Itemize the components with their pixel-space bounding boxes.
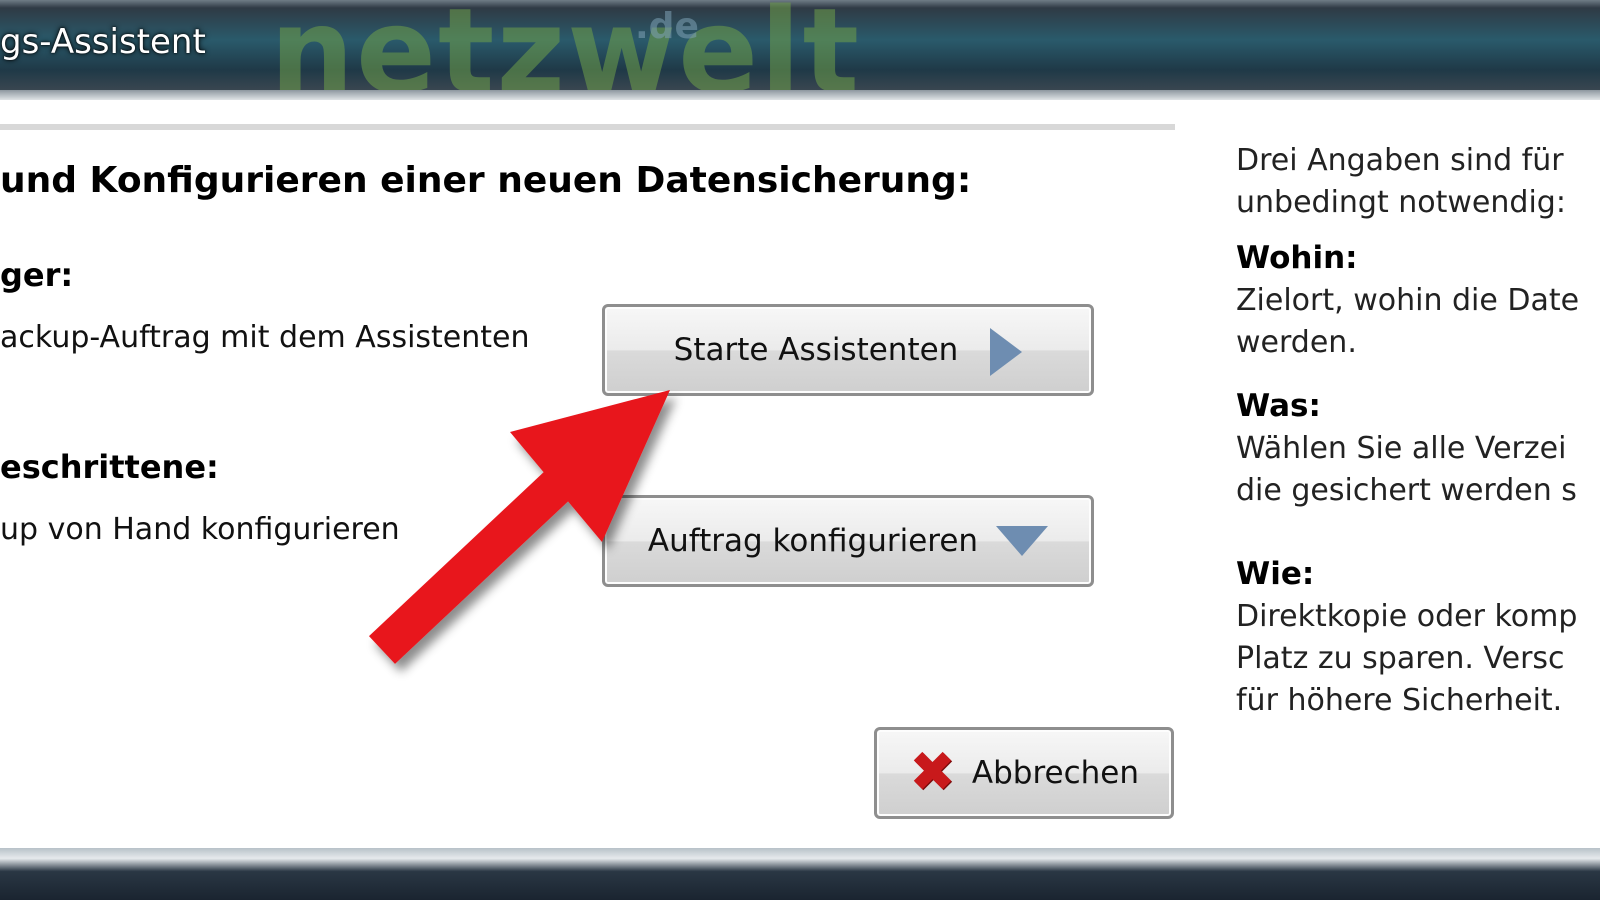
help-heading-wohin: Wohin: (1236, 240, 1358, 276)
window-bottom-border (0, 848, 1600, 900)
section-description-beginner: ackup-Auftrag mit dem Assistenten (0, 320, 530, 355)
watermark-tld: .de (635, 6, 699, 47)
title-bar: netzwelt .de gs-Assistent (0, 0, 1600, 100)
help-panel: Drei Angaben sind für unbedingt notwendi… (1236, 140, 1600, 722)
help-intro-line2: unbedingt notwendig: (1236, 185, 1566, 220)
section-label-advanced: eschrittene: (0, 448, 219, 486)
help-intro-line1: Drei Angaben sind für (1236, 143, 1564, 178)
start-wizard-label: Starte Assistenten (673, 332, 959, 368)
help-text-wohin-2: werden. (1236, 325, 1357, 360)
help-heading-wie: Wie: (1236, 556, 1315, 592)
help-text-wie-2: Platz zu sparen. Versc (1236, 641, 1565, 676)
red-arrow-annotation (368, 390, 670, 664)
window-title: gs-Assistent (0, 22, 206, 62)
watermark-logo: netzwelt (270, 0, 862, 100)
help-text-was-1: Wählen Sie alle Verzei (1236, 431, 1567, 466)
help-text-wie-3: für höhere Sicherheit. (1236, 683, 1563, 718)
help-text-wohin-1: Zielort, wohin die Date (1236, 283, 1580, 318)
play-arrow-icon (990, 328, 1023, 376)
title-bar-border (0, 90, 1600, 100)
help-text-was-2: die gesichert werden s (1236, 473, 1577, 508)
chevron-down-icon (996, 526, 1049, 556)
page-heading: und Konfigurieren einer neuen Datensiche… (0, 160, 972, 201)
cancel-button[interactable]: ✖ Abbrechen (874, 727, 1174, 819)
separator-line (0, 124, 1175, 130)
cancel-label: Abbrechen (971, 755, 1140, 791)
help-text-wie-1: Direktkopie oder komp (1236, 599, 1578, 634)
help-heading-was: Was: (1236, 388, 1321, 424)
section-label-beginner: ger: (0, 256, 74, 294)
close-x-icon: ✖ (908, 740, 956, 805)
